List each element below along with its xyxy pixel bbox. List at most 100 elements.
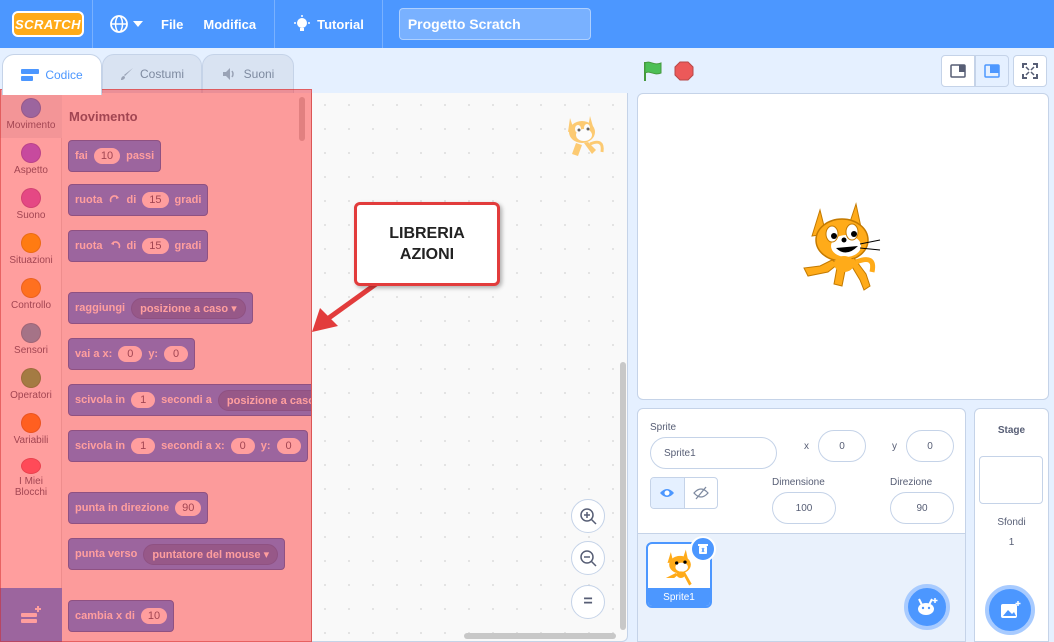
block-text: di	[126, 240, 137, 252]
turn-left-block[interactable]: ruota di 15 gradi	[68, 230, 209, 262]
scratch-logo[interactable]: SCRATCH	[12, 11, 84, 37]
cat-add-icon	[918, 598, 938, 615]
callout-line-2: AZIONI	[399, 246, 455, 263]
change-x-block[interactable]: cambia x di 10	[68, 600, 175, 632]
block-dropdown[interactable]: posizione a caso ▾	[131, 297, 246, 319]
tab-costumes[interactable]: Costumi	[102, 54, 202, 94]
category-operators[interactable]: Operatori	[0, 363, 62, 408]
menu-bar: SCRATCH File Modifica Tutorial Progetto …	[0, 0, 1054, 48]
stage-thumbnail[interactable]	[979, 456, 1043, 504]
size-input[interactable]: 100	[772, 492, 836, 524]
small-stage-button[interactable]	[941, 55, 975, 87]
sensing-dot	[21, 323, 41, 343]
block-input[interactable]: 15	[142, 192, 169, 208]
direction-input[interactable]: 90	[890, 492, 954, 524]
block-text: punta in direzione	[75, 502, 170, 514]
category-sensing[interactable]: Sensori	[0, 318, 62, 363]
category-label: Situazioni	[9, 255, 53, 266]
y-label: y	[892, 441, 897, 452]
zoom-out-button[interactable]	[571, 541, 605, 575]
tab-code[interactable]: Codice	[2, 54, 102, 95]
category-events[interactable]: Situazioni	[0, 228, 62, 273]
turn-right-block[interactable]: ruota di 15 gradi	[68, 184, 209, 216]
block-input[interactable]: 1	[131, 438, 156, 454]
y-input[interactable]: 0	[906, 430, 954, 462]
palette-scrollbar[interactable]	[299, 97, 305, 141]
block-input[interactable]: 0	[118, 346, 143, 362]
x-input[interactable]: 0	[818, 430, 866, 462]
category-sound[interactable]: Suono	[0, 183, 62, 228]
block-input[interactable]: 90	[175, 500, 202, 516]
operators-dot	[21, 368, 41, 388]
large-stage-button[interactable]	[975, 55, 1009, 87]
eye-icon	[660, 489, 675, 497]
block-text: vai a x:	[75, 348, 113, 360]
zoom-reset-button[interactable]: =	[571, 585, 605, 619]
sprite-label: Sprite	[650, 422, 677, 433]
dropdown-value: puntatore del mouse	[152, 548, 261, 561]
add-sprite-button[interactable]	[904, 584, 950, 630]
move-steps-block[interactable]: fai 10 passi	[68, 140, 162, 172]
category-variables[interactable]: Variabili	[0, 408, 62, 453]
tab-sounds[interactable]: Suoni	[202, 54, 294, 94]
block-text: secondi a	[161, 394, 212, 406]
tutorials-button[interactable]: Tutorial	[283, 0, 374, 48]
glide-xy-block[interactable]: scivola in 1 secondi a x: 0 y: 0	[68, 430, 308, 462]
vertical-scrollbar[interactable]	[620, 362, 626, 630]
green-flag-icon[interactable]	[642, 60, 664, 82]
block-input[interactable]: 15	[142, 238, 169, 254]
block-input[interactable]: 10	[93, 148, 121, 164]
block-text: fai	[75, 150, 88, 162]
hide-button[interactable]	[685, 478, 718, 508]
add-backdrop-button[interactable]	[985, 585, 1035, 635]
block-input[interactable]: 0	[230, 438, 255, 454]
file-menu[interactable]: File	[151, 0, 193, 48]
zoom-in-button[interactable]	[571, 499, 605, 533]
point-towards-block[interactable]: punta verso puntatore del mouse ▾	[68, 538, 286, 570]
language-menu[interactable]	[101, 14, 151, 34]
motion-dot	[21, 98, 41, 118]
block-input[interactable]: 0	[276, 438, 301, 454]
dropdown-value: posizione a caso	[226, 394, 312, 407]
stage-selector[interactable]: Stage Sfondi 1	[974, 408, 1049, 642]
add-extension-icon	[21, 606, 41, 623]
goto-block[interactable]: raggiungi posizione a caso ▾	[68, 292, 253, 324]
point-direction-block[interactable]: punta in direzione 90	[68, 492, 209, 524]
menu-divider	[381, 0, 383, 48]
stage-title: Stage	[997, 425, 1026, 436]
stop-icon[interactable]	[674, 61, 694, 81]
block-input[interactable]: 1	[131, 392, 156, 408]
palette-title: Movimento	[69, 109, 138, 124]
callout-box: LIBRERIA AZIONI	[354, 202, 500, 286]
block-dropdown[interactable]: posizione a caso ▾	[217, 389, 312, 411]
tab-costumes-label: Costumi	[139, 67, 184, 81]
category-control[interactable]: Controllo	[0, 273, 62, 318]
horizontal-scrollbar[interactable]	[464, 633, 616, 639]
delete-sprite-button[interactable]	[690, 536, 716, 562]
fullscreen-button[interactable]	[1013, 55, 1047, 87]
block-input[interactable]: 0	[164, 346, 189, 362]
project-title-input[interactable]: Progetto Scratch	[398, 8, 591, 40]
block-input[interactable]: 10	[140, 608, 168, 624]
block-text: y:	[260, 440, 271, 452]
backdrops-label: Sfondi	[997, 517, 1026, 528]
category-looks[interactable]: Aspetto	[0, 138, 62, 183]
block-text: punta verso	[75, 548, 138, 560]
category-label: Aspetto	[14, 165, 48, 176]
goto-xy-block[interactable]: vai a x: 0 y: 0	[68, 338, 196, 370]
tab-code-label: Codice	[45, 68, 83, 82]
category-my-blocks[interactable]: I Miei Blocchi	[0, 453, 62, 498]
category-motion[interactable]: Movimento	[0, 93, 62, 138]
category-label: Sensori	[14, 345, 48, 356]
cat-sprite[interactable]	[798, 200, 886, 296]
block-text: raggiungi	[75, 302, 126, 314]
add-extension-button[interactable]	[0, 588, 62, 642]
category-label: Variabili	[13, 435, 49, 446]
sprite-name-input[interactable]: Sprite1	[650, 437, 777, 469]
lightbulb-icon	[294, 15, 311, 31]
glide-block[interactable]: scivola in 1 secondi a posizione a caso …	[68, 384, 312, 416]
show-button[interactable]	[651, 478, 685, 508]
block-dropdown[interactable]: puntatore del mouse ▾	[143, 543, 279, 565]
block-text: secondi a x:	[161, 440, 225, 452]
edit-menu[interactable]: Modifica	[193, 0, 266, 48]
